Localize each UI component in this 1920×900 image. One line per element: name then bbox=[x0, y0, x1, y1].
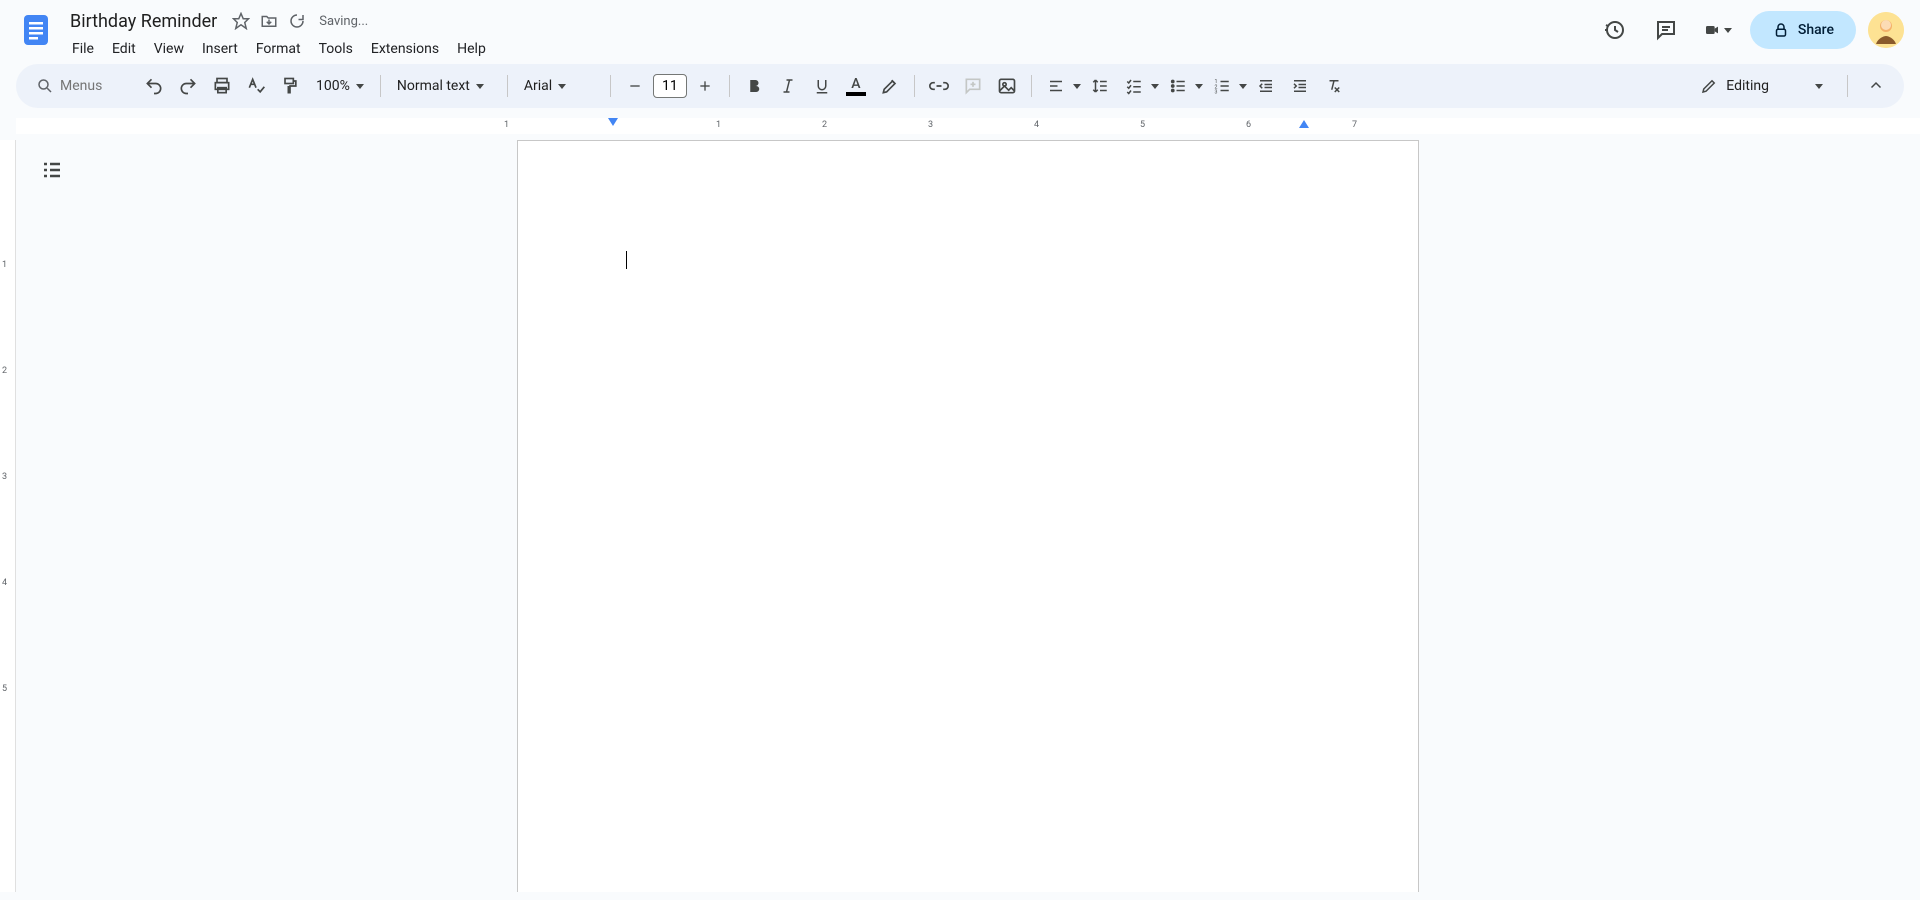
align-button[interactable] bbox=[1040, 70, 1072, 102]
add-comment-button[interactable] bbox=[957, 70, 989, 102]
comments-icon[interactable] bbox=[1646, 10, 1686, 50]
menu-bar: File Edit View Insert Format Tools Exten… bbox=[64, 36, 1594, 62]
editing-mode-button[interactable]: Editing bbox=[1688, 71, 1835, 101]
font-size-decrease[interactable] bbox=[619, 70, 651, 102]
highlight-button[interactable] bbox=[874, 70, 906, 102]
chevron-down-icon[interactable] bbox=[1194, 84, 1204, 89]
menu-format[interactable]: Format bbox=[248, 37, 309, 61]
font-size-input[interactable] bbox=[653, 74, 687, 98]
menu-tools[interactable]: Tools bbox=[311, 37, 361, 61]
share-label: Share bbox=[1798, 22, 1834, 38]
ruler-tick: 1 bbox=[504, 120, 509, 130]
chevron-down-icon bbox=[356, 84, 364, 89]
print-button[interactable] bbox=[206, 70, 238, 102]
separator bbox=[1847, 75, 1848, 97]
ruler-tick: 5 bbox=[2, 684, 7, 694]
share-button[interactable]: Share bbox=[1750, 11, 1856, 49]
insert-image-button[interactable] bbox=[991, 70, 1023, 102]
ruler-tick: 1 bbox=[716, 120, 721, 130]
chevron-down-icon[interactable] bbox=[1150, 84, 1160, 89]
menu-search[interactable] bbox=[28, 70, 136, 102]
decrease-indent-button[interactable] bbox=[1250, 70, 1282, 102]
menu-insert[interactable]: Insert bbox=[194, 37, 246, 61]
redo-button[interactable] bbox=[172, 70, 204, 102]
docs-logo[interactable] bbox=[16, 10, 56, 50]
star-icon[interactable] bbox=[231, 11, 251, 31]
separator bbox=[610, 75, 611, 97]
document-title[interactable]: Birthday Reminder bbox=[64, 9, 223, 34]
meet-button[interactable] bbox=[1698, 10, 1738, 50]
cloud-status-icon[interactable] bbox=[287, 11, 307, 31]
editing-label: Editing bbox=[1726, 78, 1769, 94]
toolbar: 100% Normal text Arial A 123 Editing bbox=[16, 64, 1904, 108]
menu-help[interactable]: Help bbox=[449, 37, 494, 61]
line-spacing-button[interactable] bbox=[1084, 70, 1116, 102]
style-value: Normal text bbox=[397, 78, 470, 94]
zoom-select[interactable]: 100% bbox=[308, 70, 372, 102]
pencil-icon bbox=[1700, 77, 1718, 95]
ruler-tick: 2 bbox=[822, 120, 827, 130]
vertical-ruler[interactable]: 1 2 3 4 5 bbox=[0, 140, 16, 892]
checklist-button[interactable] bbox=[1118, 70, 1150, 102]
collapse-toolbar-button[interactable] bbox=[1860, 70, 1892, 102]
bulleted-list-button[interactable] bbox=[1162, 70, 1194, 102]
lock-icon bbox=[1772, 21, 1790, 39]
menu-file[interactable]: File bbox=[64, 37, 102, 61]
chevron-down-icon bbox=[1724, 28, 1732, 33]
undo-button[interactable] bbox=[138, 70, 170, 102]
spellcheck-button[interactable] bbox=[240, 70, 272, 102]
move-icon[interactable] bbox=[259, 11, 279, 31]
text-color-button[interactable]: A bbox=[840, 70, 872, 102]
clear-formatting-button[interactable] bbox=[1318, 70, 1350, 102]
account-avatar[interactable] bbox=[1868, 12, 1904, 48]
separator bbox=[507, 75, 508, 97]
separator bbox=[729, 75, 730, 97]
ruler-tick: 3 bbox=[928, 120, 933, 130]
horizontal-ruler[interactable]: 1 1 2 3 4 5 6 7 bbox=[16, 118, 1920, 134]
increase-indent-button[interactable] bbox=[1284, 70, 1316, 102]
indent-marker-right[interactable] bbox=[1299, 120, 1309, 128]
chevron-down-icon bbox=[558, 84, 566, 89]
paint-format-button[interactable] bbox=[274, 70, 306, 102]
chevron-down-icon bbox=[476, 84, 484, 89]
ruler-tick: 7 bbox=[1352, 120, 1357, 130]
menu-edit[interactable]: Edit bbox=[104, 37, 144, 61]
ruler-tick: 3 bbox=[2, 472, 7, 482]
indent-marker-left[interactable] bbox=[608, 118, 618, 126]
ruler-tick: 2 bbox=[2, 366, 7, 376]
text-cursor bbox=[626, 251, 627, 269]
chevron-down-icon[interactable] bbox=[1072, 84, 1082, 89]
font-size-increase[interactable] bbox=[689, 70, 721, 102]
svg-text:3: 3 bbox=[1214, 90, 1217, 96]
ruler-tick: 4 bbox=[1034, 120, 1039, 130]
style-select[interactable]: Normal text bbox=[389, 70, 499, 102]
search-icon bbox=[36, 77, 54, 95]
numbered-list-button[interactable]: 123 bbox=[1206, 70, 1238, 102]
font-select[interactable]: Arial bbox=[516, 70, 602, 102]
document-page[interactable] bbox=[517, 140, 1419, 892]
ruler-tick: 6 bbox=[1246, 120, 1251, 130]
italic-button[interactable] bbox=[772, 70, 804, 102]
save-status: Saving... bbox=[319, 14, 368, 29]
separator bbox=[914, 75, 915, 97]
separator bbox=[380, 75, 381, 97]
bold-button[interactable] bbox=[738, 70, 770, 102]
separator bbox=[1031, 75, 1032, 97]
ruler-tick: 5 bbox=[1140, 120, 1145, 130]
font-value: Arial bbox=[524, 78, 552, 94]
underline-button[interactable] bbox=[806, 70, 838, 102]
ruler-tick: 1 bbox=[2, 260, 7, 270]
menu-search-input[interactable] bbox=[60, 78, 120, 94]
menu-extensions[interactable]: Extensions bbox=[363, 37, 447, 61]
history-icon[interactable] bbox=[1594, 10, 1634, 50]
outline-toggle-button[interactable] bbox=[34, 152, 70, 188]
menu-view[interactable]: View bbox=[146, 37, 192, 61]
chevron-down-icon bbox=[1815, 84, 1823, 89]
chevron-down-icon[interactable] bbox=[1238, 84, 1248, 89]
zoom-value: 100% bbox=[316, 78, 350, 94]
ruler-tick: 4 bbox=[2, 578, 7, 588]
insert-link-button[interactable] bbox=[923, 70, 955, 102]
